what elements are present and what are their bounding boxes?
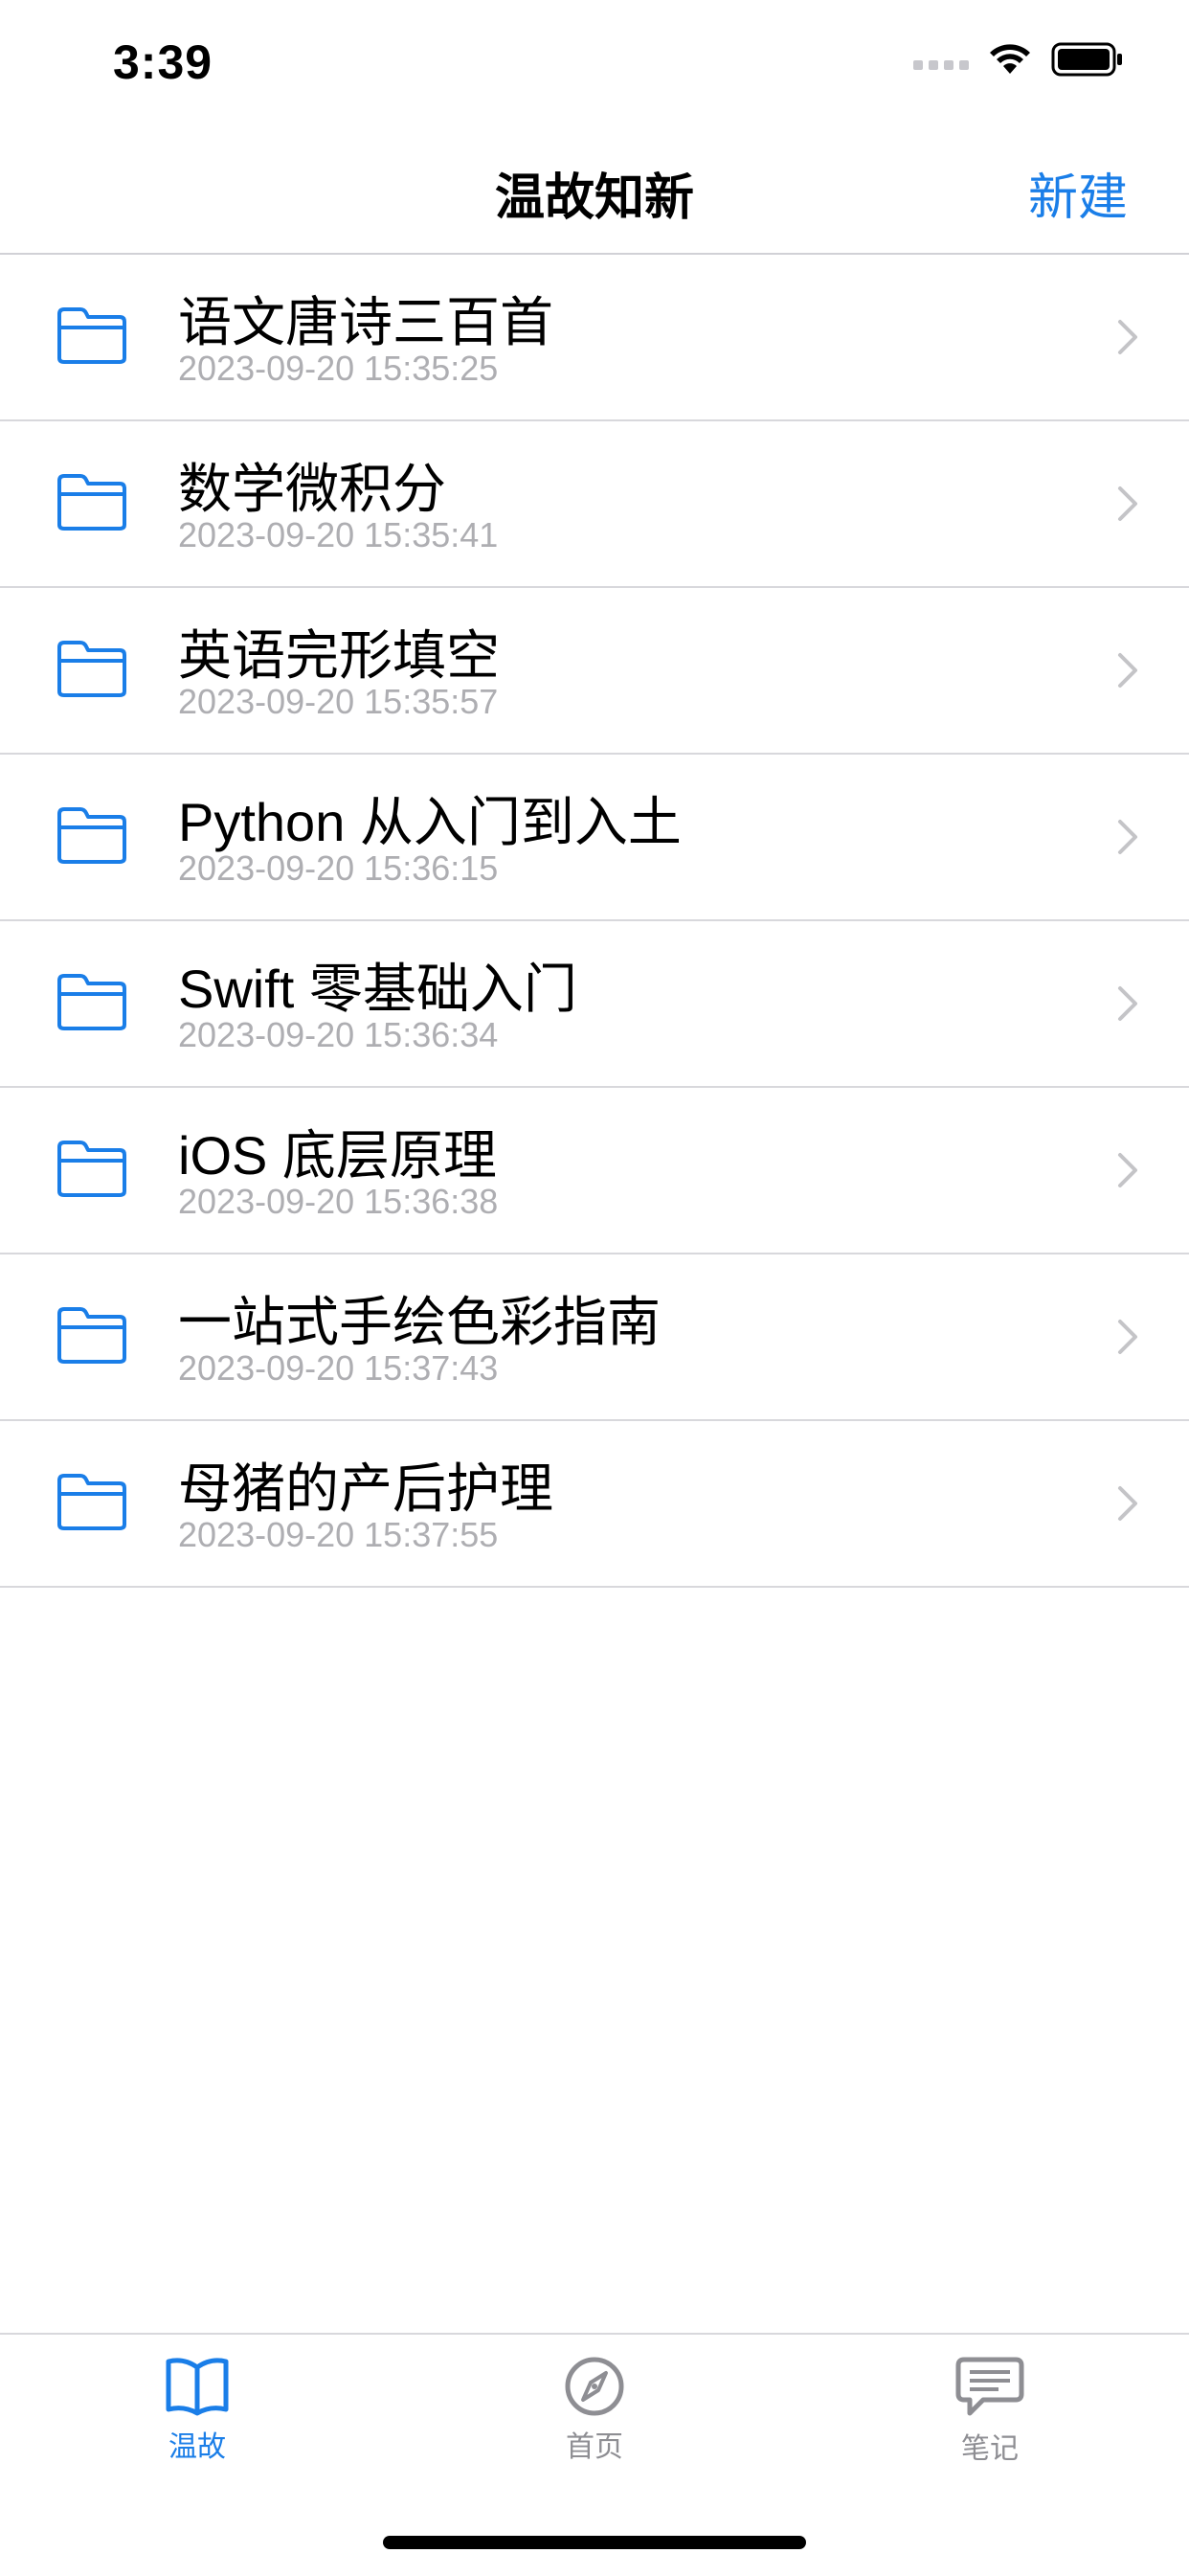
status-bar: 3:39 <box>0 0 1189 126</box>
chevron-right-icon <box>1118 486 1137 521</box>
list-item[interactable]: 一站式手绘色彩指南 2023-09-20 15:37:43 <box>0 1254 1189 1421</box>
list-item-timestamp: 2023-09-20 15:36:34 <box>178 1015 499 1054</box>
chevron-right-icon <box>1118 820 1137 854</box>
status-time: 3:39 <box>113 35 213 89</box>
folder-icon <box>57 474 126 531</box>
chevron-right-icon <box>1118 1486 1137 1521</box>
list-item[interactable]: 母猪的产后护理 2023-09-20 15:37:55 <box>0 1421 1189 1588</box>
message-icon <box>955 2357 1024 2416</box>
tab-label: 首页 <box>566 2431 623 2463</box>
tab-wengu[interactable]: 温故 <box>82 2356 312 2465</box>
home-indicator[interactable] <box>383 2536 806 2549</box>
battery-icon <box>1051 42 1122 77</box>
list-item-timestamp: 2023-09-20 15:36:15 <box>178 848 499 888</box>
list-item[interactable]: iOS 底层原理 2023-09-20 15:36:38 <box>0 1088 1189 1254</box>
tab-label: 温故 <box>168 2431 226 2463</box>
list-item[interactable]: Python 从入门到入土 2023-09-20 15:36:15 <box>0 755 1189 921</box>
folder-icon <box>57 974 126 1030</box>
list-item-title: 母猪的产后护理 <box>178 1458 553 1519</box>
tab-home[interactable]: 首页 <box>480 2356 709 2465</box>
book-icon <box>166 2358 229 2416</box>
chevron-right-icon <box>1118 320 1137 354</box>
list-item-title: 数学微积分 <box>178 459 446 519</box>
list-item-timestamp: 2023-09-20 15:36:38 <box>178 1182 499 1221</box>
page-title: 温故知新 <box>494 170 694 226</box>
folder-list: 语文唐诗三百首 2023-09-20 15:35:25 数学微积分 2023-0… <box>0 255 1189 1588</box>
list-item-timestamp: 2023-09-20 15:35:57 <box>178 682 499 721</box>
list-item-timestamp: 2023-09-20 15:37:55 <box>178 1515 499 1554</box>
chevron-right-icon <box>1118 1153 1137 1187</box>
chevron-right-icon <box>1118 653 1137 688</box>
chevron-right-icon <box>1118 986 1137 1021</box>
list-item-title: 语文唐诗三百首 <box>178 292 553 352</box>
list-item-timestamp: 2023-09-20 15:35:25 <box>178 349 499 388</box>
list-item[interactable]: Swift 零基础入门 2023-09-20 15:36:34 <box>0 921 1189 1088</box>
tab-notes[interactable]: 笔记 <box>875 2356 1105 2467</box>
list-item-title: 英语完形填空 <box>178 625 500 686</box>
folder-icon <box>57 807 126 864</box>
status-indicators <box>913 42 1124 77</box>
tab-label: 笔记 <box>961 2433 1019 2465</box>
list-item-title: 一站式手绘色彩指南 <box>178 1292 661 1352</box>
list-item-timestamp: 2023-09-20 15:37:43 <box>178 1348 499 1388</box>
list-item[interactable]: 数学微积分 2023-09-20 15:35:41 <box>0 421 1189 588</box>
list-item-title: iOS 底层原理 <box>178 1125 497 1186</box>
folder-icon <box>57 641 126 697</box>
compass-icon <box>565 2357 624 2416</box>
list-item-title: Python 从入门到入土 <box>178 792 682 852</box>
folder-icon <box>57 1307 126 1364</box>
folder-icon <box>57 307 126 364</box>
folder-icon <box>57 1141 126 1197</box>
wifi-icon <box>990 44 1030 74</box>
list-item[interactable]: 语文唐诗三百首 2023-09-20 15:35:25 <box>0 255 1189 421</box>
new-button[interactable]: 新建 <box>1028 157 1128 229</box>
list-item[interactable]: 英语完形填空 2023-09-20 15:35:57 <box>0 588 1189 755</box>
list-item-title: Swift 零基础入门 <box>178 959 577 1019</box>
folder-icon <box>57 1474 126 1530</box>
chevron-right-icon <box>1118 1320 1137 1354</box>
list-item-timestamp: 2023-09-20 15:35:41 <box>178 515 499 554</box>
cellular-signal-icon <box>913 60 969 70</box>
navigation-bar: 温故知新 新建 <box>0 126 1189 255</box>
